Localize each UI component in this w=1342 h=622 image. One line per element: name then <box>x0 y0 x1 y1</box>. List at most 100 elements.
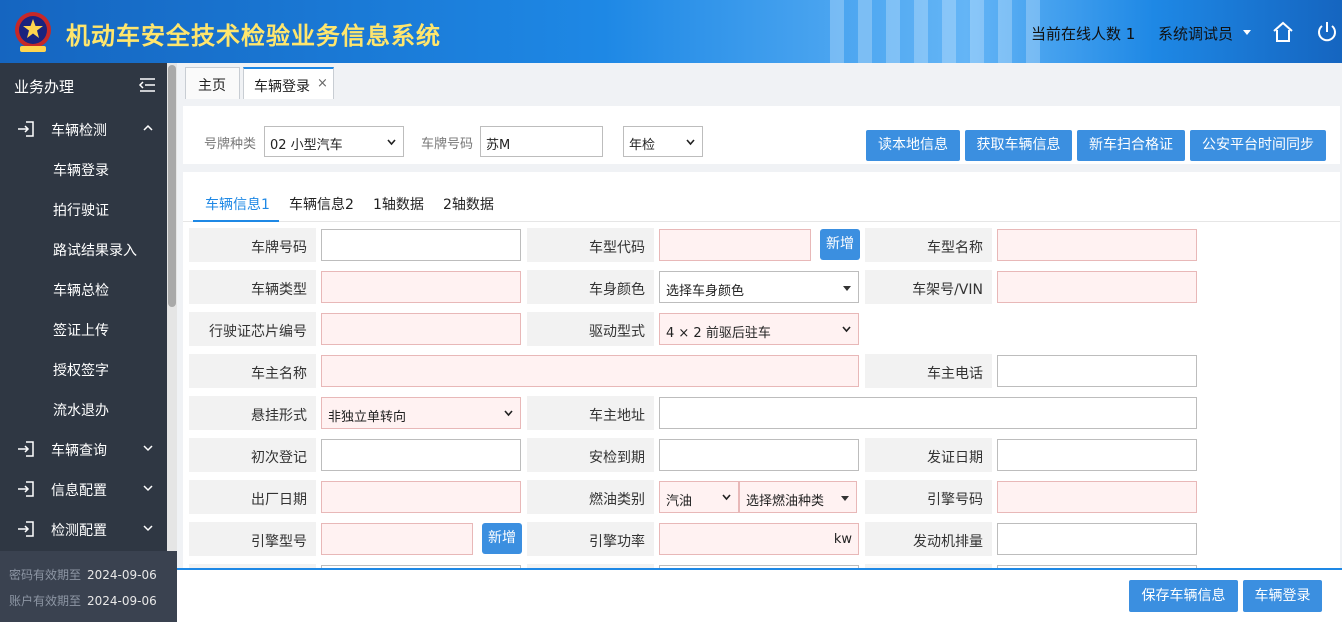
chevron-down-icon <box>842 326 851 333</box>
sidebar-item-auth-sign[interactable]: 授权签字 <box>53 360 109 380</box>
sidebar-item-visa-upload[interactable]: 签证上传 <box>53 320 109 340</box>
fuel-type-label: 燃油类别 <box>527 480 654 514</box>
caret-down-icon[interactable] <box>1243 30 1251 35</box>
factory-date-label: 出厂日期 <box>189 480 316 514</box>
app-header: 机动车安全技术检验业务信息系统 当前在线人数 1 系统调试员 <box>0 0 1342 63</box>
tab-vehicle-login[interactable]: 车辆登录 × <box>243 67 334 99</box>
vehicle-type-label: 车辆类型 <box>189 270 316 304</box>
body-color-select[interactable]: 选择车身颜色 <box>659 271 859 303</box>
chevron-down-icon <box>387 139 396 146</box>
subtab-axle-2[interactable]: 2轴数据 <box>443 194 494 214</box>
read-local-button[interactable]: 读本地信息 <box>866 130 960 161</box>
app-title: 机动车安全技术检验业务信息系统 <box>66 22 441 50</box>
engine-no-label: 引擎号码 <box>865 480 992 514</box>
close-icon[interactable]: × <box>317 76 328 91</box>
sidebar-group-label: 检测配置 <box>51 523 107 539</box>
owner-phone-input[interactable] <box>997 355 1197 387</box>
password-expiry: 密码有效期至 2024-09-06 <box>9 568 157 582</box>
caret-down-icon <box>841 496 849 501</box>
current-user-menu[interactable]: 系统调试员 <box>1158 23 1233 44</box>
model-name-label: 车型名称 <box>865 228 992 262</box>
sidebar-group-label: 信息配置 <box>51 483 107 499</box>
model-name-input[interactable] <box>997 229 1197 261</box>
sync-time-button[interactable]: 公安平台时间同步 <box>1190 130 1326 161</box>
plate-no-field-label: 车牌号码 <box>189 228 316 262</box>
owner-name-label: 车主名称 <box>189 354 316 388</box>
vehicle-type-input[interactable] <box>321 271 521 303</box>
owner-name-input[interactable] <box>321 355 859 387</box>
sidebar-scroll-thumb[interactable] <box>168 65 176 307</box>
sign-in-icon <box>18 481 34 497</box>
factory-date-input[interactable] <box>321 481 521 513</box>
plate-no-label: 车牌号码 <box>421 137 474 152</box>
header-background-photo <box>830 0 1050 63</box>
first-registration-input[interactable] <box>321 439 521 471</box>
inspection-type-select[interactable]: 年检 <box>623 126 703 157</box>
sidebar-header: 业务办理 <box>0 63 177 107</box>
owner-address-input[interactable] <box>659 397 1197 429</box>
account-expiry: 账户有效期至 2024-09-06 <box>9 594 157 608</box>
sidebar-item-license-photo[interactable]: 拍行驶证 <box>53 200 109 220</box>
inspection-due-label: 安检到期 <box>527 438 654 472</box>
fuel-type-select[interactable]: 汽油 <box>659 481 739 513</box>
plate-no-field[interactable] <box>321 229 521 261</box>
scan-certificate-button[interactable]: 新车扫合格证 <box>1077 130 1185 161</box>
form-subtabs: 车辆信息1 车辆信息2 1轴数据 2轴数据 <box>183 172 1340 222</box>
sidebar-group-label: 车辆查询 <box>51 443 107 459</box>
engine-no-input[interactable] <box>997 481 1197 513</box>
suspension-select[interactable]: 非独立单转向 <box>321 397 521 429</box>
sidebar-item-vehicle-login[interactable]: 车辆登录 <box>53 160 109 180</box>
add-engine-model-button[interactable]: 新增 <box>482 523 522 554</box>
model-code-input[interactable] <box>659 229 811 261</box>
collapse-menu-icon[interactable] <box>138 77 156 93</box>
save-vehicle-button[interactable]: 保存车辆信息 <box>1129 580 1238 612</box>
first-registration-label: 初次登记 <box>189 438 316 472</box>
subtab-axle-1[interactable]: 1轴数据 <box>373 194 424 214</box>
chevron-down-icon <box>504 410 513 417</box>
sidebar-group-info-config[interactable]: 信息配置 <box>0 469 166 509</box>
sidebar-group-detect-config[interactable]: 检测配置 <box>0 509 166 549</box>
sidebar-title: 业务办理 <box>14 78 75 96</box>
chevron-up-icon <box>143 124 153 131</box>
sidebar-item-road-test[interactable]: 路试结果录入 <box>53 240 137 260</box>
displacement-input[interactable] <box>997 523 1197 555</box>
bottom-action-bar: 保存车辆信息 车辆登录 <box>177 568 1342 622</box>
add-model-button[interactable]: 新增 <box>820 229 860 260</box>
owner-phone-label: 车主电话 <box>865 354 992 388</box>
engine-model-input[interactable] <box>321 523 473 555</box>
owner-address-label: 车主地址 <box>527 396 654 430</box>
tab-home[interactable]: 主页 <box>185 67 240 99</box>
subtab-vehicle-info-1[interactable]: 车辆信息1 <box>205 194 270 214</box>
online-user-count: 当前在线人数 1 <box>1031 25 1136 43</box>
active-tab-indicator <box>193 220 279 222</box>
license-chip-input[interactable] <box>321 313 521 345</box>
model-code-label: 车型代码 <box>527 228 654 262</box>
drive-type-select[interactable]: 4 × 2 前驱后驻车 <box>659 313 859 345</box>
power-icon[interactable] <box>1315 20 1339 44</box>
sidebar-group-vehicle-inspection[interactable]: 车辆检测 <box>0 109 166 149</box>
sidebar: 业务办理 车辆检测 车辆登录 拍行驶证 路试结果录入 车辆总检 签证上传 授权签… <box>0 63 177 622</box>
license-chip-label: 行驶证芯片编号 <box>189 312 316 346</box>
subtab-vehicle-info-2[interactable]: 车辆信息2 <box>289 194 354 214</box>
sidebar-item-flow-return[interactable]: 流水退办 <box>53 400 109 420</box>
inspection-due-input[interactable] <box>659 439 859 471</box>
fuel-kind-select[interactable]: 选择燃油种类 <box>739 481 857 513</box>
plate-type-select[interactable]: 02 小型汽车 <box>264 126 404 157</box>
vin-input[interactable] <box>997 271 1197 303</box>
chevron-down-icon <box>143 485 153 492</box>
chevron-down-icon <box>143 445 153 452</box>
sidebar-group-vehicle-query[interactable]: 车辆查询 <box>0 429 166 469</box>
sidebar-item-final-inspection[interactable]: 车辆总检 <box>53 280 109 300</box>
engine-power-label: 引擎功率 <box>527 522 654 556</box>
sidebar-group-label: 车辆检测 <box>51 123 107 139</box>
fetch-vehicle-button[interactable]: 获取车辆信息 <box>965 130 1072 161</box>
vehicle-form-panel: 车辆信息1 车辆信息2 1轴数据 2轴数据 车牌号码 车型代码 新增 车型名称 … <box>183 172 1340 568</box>
engine-power-input[interactable]: kw <box>659 523 859 555</box>
drive-type-label: 驱动型式 <box>527 312 654 346</box>
issue-date-input[interactable] <box>997 439 1197 471</box>
issue-date-label: 发证日期 <box>865 438 992 472</box>
sidebar-footer: 密码有效期至 2024-09-06 账户有效期至 2024-09-06 <box>0 551 177 622</box>
plate-no-input[interactable]: 苏M <box>480 126 603 157</box>
vehicle-login-button[interactable]: 车辆登录 <box>1243 580 1322 612</box>
home-icon[interactable] <box>1271 20 1295 44</box>
